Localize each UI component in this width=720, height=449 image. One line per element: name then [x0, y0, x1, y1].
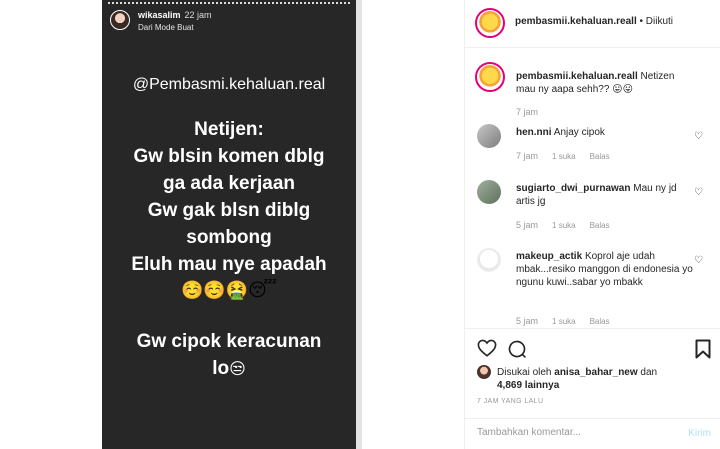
- story-text-block-2: Gw cipok keracunan lo😒: [102, 328, 356, 383]
- caption-text: pembasmii.kehaluan.reall Netizen mau ny …: [516, 70, 696, 96]
- comment-meta: 5 jam 1 suka Balas: [516, 316, 624, 326]
- story-screenshot: wikasalim 22 jam Dari Mode Buat @Pembasmi…: [102, 0, 356, 449]
- comment-like-heart-icon[interactable]: ♡: [694, 188, 703, 198]
- header-account-name[interactable]: pembasmii.kehaluan.reall: [515, 16, 637, 27]
- story-line-last: lo😒: [102, 355, 356, 383]
- comment-like-heart-icon[interactable]: ♡: [694, 132, 703, 142]
- comment-time[interactable]: 5 jam: [516, 316, 538, 326]
- story-line: Gw cipok keracunan: [136, 331, 322, 352]
- comment-avatar[interactable]: [477, 180, 501, 204]
- caption-time[interactable]: 7 jam: [516, 107, 538, 117]
- comment-likes[interactable]: 1 suka: [552, 317, 576, 326]
- story-username: wikasalim 22 jam: [138, 10, 212, 20]
- reply-button[interactable]: Balas: [590, 221, 610, 230]
- story-username-text: wikasalim: [138, 10, 181, 20]
- story-line-emoji: 😒: [229, 361, 246, 378]
- caption-account[interactable]: pembasmii.kehaluan.reall: [516, 71, 638, 82]
- comment-input[interactable]: [477, 427, 667, 438]
- story-line: Netijen:: [194, 119, 264, 140]
- story-time: 22 jam: [184, 10, 212, 20]
- comment-text: sugiarto_dwi_purnawan Mau ny jd artis jg: [516, 182, 696, 208]
- likes-prefix: Disukai oleh: [497, 367, 552, 378]
- story-progress-bar: [108, 2, 350, 4]
- comment-meta: 7 jam 1 suka Balas: [516, 151, 624, 161]
- story-line: Gw gak blsn diblg: [147, 200, 311, 221]
- post-comment-button[interactable]: Kirim: [688, 428, 711, 439]
- reply-button[interactable]: Balas: [590, 317, 610, 326]
- post-header: pembasmii.kehaluan.reall • Diikuti: [465, 0, 720, 48]
- likes-count-line: 4,869 lainnya: [497, 380, 559, 391]
- comments-list[interactable]: pembasmii.kehaluan.reall Netizen mau ny …: [465, 48, 720, 328]
- comment-time[interactable]: 7 jam: [516, 151, 538, 161]
- post-time[interactable]: 7 JAM YANG LALU: [477, 398, 543, 405]
- story-line-text: lo: [212, 358, 230, 379]
- comment-text: makeup_actik Koprol aje udah mbak...resi…: [516, 250, 696, 289]
- likes-summary: Disukai oleh anisa_bahar_new dan: [497, 365, 707, 380]
- caption-avatar-image: [478, 65, 502, 89]
- comment-username[interactable]: hen.nni: [516, 127, 552, 138]
- comment-likes[interactable]: 1 suka: [552, 221, 576, 230]
- comment-avatar[interactable]: [477, 248, 501, 272]
- account-avatar-image: [478, 11, 502, 35]
- media-divider: [356, 0, 362, 449]
- comment-bubble-icon[interactable]: [507, 339, 527, 359]
- story-text-block-1: Netijen: Gw blsin komen dblg ga ada kerj…: [102, 116, 356, 278]
- comment-avatar[interactable]: [477, 124, 501, 148]
- post-side-panel: pembasmii.kehaluan.reall • Diikuti pemba…: [464, 0, 720, 449]
- reply-button[interactable]: Balas: [590, 152, 610, 161]
- post-viewer: wikasalim 22 jam Dari Mode Buat @Pembasmi…: [0, 0, 720, 449]
- story-line: ga ada kerjaan: [162, 173, 296, 194]
- follow-status-button[interactable]: Diikuti: [646, 16, 673, 27]
- story-avatar: [110, 10, 130, 30]
- caption-avatar[interactable]: [475, 62, 505, 92]
- post-actions: Disukai oleh anisa_bahar_new dan 4,869 l…: [465, 328, 720, 418]
- comment-meta: 5 jam 1 suka Balas: [516, 220, 624, 230]
- comment-time[interactable]: 5 jam: [516, 220, 538, 230]
- likes-count[interactable]: 4,869 lainnya: [497, 380, 559, 391]
- header-separator: •: [636, 16, 646, 27]
- header-account-line: pembasmii.kehaluan.reall • Diikuti: [515, 16, 673, 27]
- story-line: Eluh mau nye apadah: [131, 254, 327, 275]
- comment-text: hen.nni Anjay cipok: [516, 126, 696, 139]
- comment-likes[interactable]: 1 suka: [552, 152, 576, 161]
- story-line: sombong: [186, 227, 272, 248]
- story-subtitle: Dari Mode Buat: [138, 23, 194, 32]
- comment-username[interactable]: sugiarto_dwi_purnawan: [516, 183, 630, 194]
- liker-avatar[interactable]: [477, 365, 491, 379]
- add-comment-bar: Kirim: [465, 418, 720, 449]
- comment-like-heart-icon[interactable]: ♡: [694, 256, 703, 266]
- bookmark-icon[interactable]: [695, 339, 711, 359]
- liker-username[interactable]: anisa_bahar_new: [554, 367, 637, 378]
- heart-icon[interactable]: [477, 339, 497, 357]
- post-media-area: wikasalim 22 jam Dari Mode Buat @Pembasmi…: [0, 0, 464, 449]
- likes-conj: dan: [640, 367, 658, 378]
- comment-body: Anjay cipok: [553, 127, 605, 138]
- story-emoji-row: ☺️☺️🤮😴: [180, 280, 278, 300]
- story-line: Gw blsin komen dblg: [133, 146, 325, 167]
- account-avatar[interactable]: [475, 8, 505, 38]
- caption-meta: 7 jam: [516, 107, 552, 117]
- story-handle: @Pembasmi.kehaluan.real: [132, 76, 326, 93]
- comment-username[interactable]: makeup_actik: [516, 251, 582, 262]
